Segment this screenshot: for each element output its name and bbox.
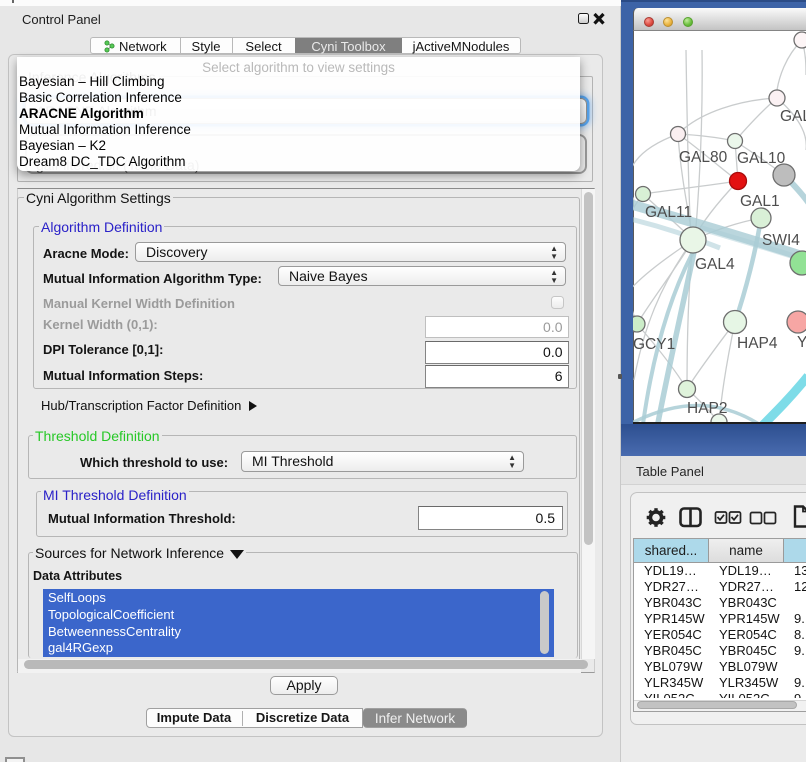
svg-text:GAL1: GAL1 bbox=[740, 193, 780, 210]
svg-text:GCY1: GCY1 bbox=[633, 336, 675, 353]
svg-text:SWI4: SWI4 bbox=[762, 232, 800, 249]
svg-text:GAL4: GAL4 bbox=[695, 256, 735, 273]
svg-text:Y: Y bbox=[797, 334, 806, 351]
svg-text:GAL: GAL bbox=[780, 108, 806, 125]
svg-text:GAL11: GAL11 bbox=[645, 204, 692, 221]
svg-text:HAP2: HAP2 bbox=[687, 400, 728, 417]
svg-text:GAL10: GAL10 bbox=[737, 150, 786, 167]
svg-text:GAL80: GAL80 bbox=[679, 149, 728, 166]
svg-text:HAP4: HAP4 bbox=[737, 335, 778, 352]
